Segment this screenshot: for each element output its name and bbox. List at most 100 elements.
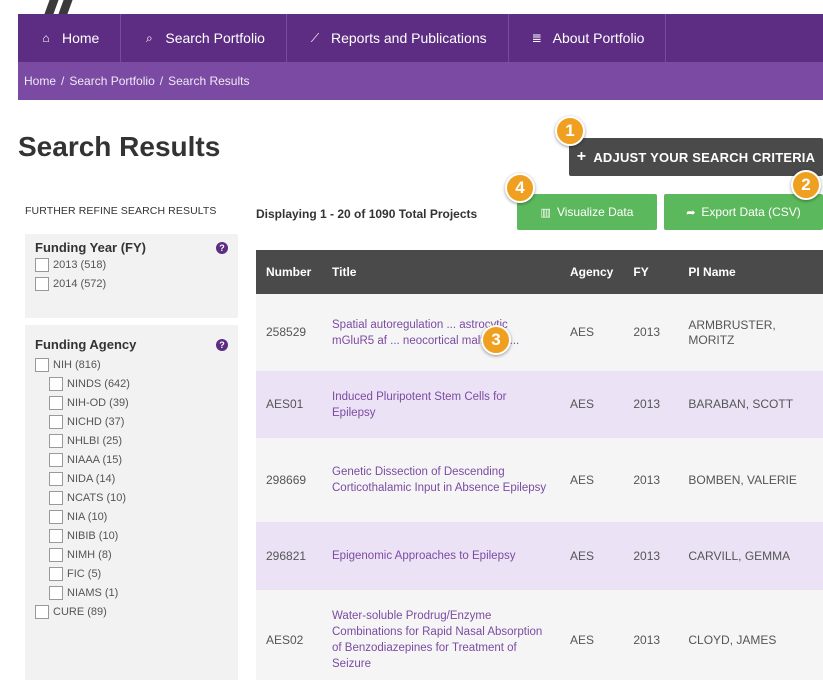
cell-fy: 2013 [623, 371, 679, 438]
results-table: Number Title Agency FY PI Name 258529 Sp… [256, 250, 823, 680]
facet-option[interactable]: NIA (10) [49, 507, 228, 526]
breadcrumb-home[interactable]: Home [24, 74, 56, 88]
cell-number: 296821 [256, 522, 322, 590]
cell-agency: AES [560, 371, 624, 438]
checkbox[interactable] [35, 257, 49, 272]
cell-number: 298669 [256, 438, 322, 522]
callout-badge-3: 3 [481, 325, 511, 355]
column-header-title[interactable]: Title [322, 250, 560, 294]
column-header-pi-name[interactable]: PI Name [678, 250, 823, 294]
logo-strip [0, 0, 823, 14]
facet-option[interactable]: NIMH (8) [49, 545, 228, 564]
column-header-agency[interactable]: Agency [560, 250, 624, 294]
plus-icon: + [576, 148, 587, 165]
facet-option[interactable]: NHLBI (25) [49, 431, 228, 450]
facet-option[interactable]: NIBIB (10) [49, 526, 228, 545]
facet-title-label: Funding Year (FY) [35, 240, 146, 255]
checkbox[interactable] [49, 452, 63, 467]
cell-agency: AES [560, 590, 624, 680]
column-header-number[interactable]: Number [256, 250, 322, 294]
callout-badge-1: 1 [555, 116, 585, 146]
table-row[interactable]: 298669 Genetic Dissection of Descending … [256, 438, 823, 522]
project-title-link[interactable]: Genetic Dissection of Descending Cortico… [332, 466, 546, 494]
project-title-link[interactable]: Epigenomic Approaches to Epilepsy [332, 550, 515, 562]
facet-option[interactable]: NIAAA (15) [49, 450, 228, 469]
cell-fy: 2013 [623, 438, 679, 522]
checkbox[interactable] [49, 528, 63, 543]
checkbox[interactable] [49, 433, 63, 448]
logo-mark [44, 0, 59, 14]
checkbox[interactable] [35, 604, 49, 619]
help-icon[interactable]: ? [216, 241, 228, 254]
checkbox[interactable] [49, 490, 63, 505]
cell-agency: AES [560, 294, 624, 371]
breadcrumb-separator: / [61, 74, 65, 88]
facet-funding-year: Funding Year (FY) ? 2013 (518) 2014 (572… [25, 234, 238, 318]
nav-reports[interactable]: ⟋ Reports and Publications [287, 14, 509, 62]
facet-option[interactable]: NINDS (642) [49, 374, 228, 393]
table-row[interactable]: AES02 Water-soluble Prodrug/Enzyme Combi… [256, 590, 823, 680]
display-count: Displaying 1 - 20 of 1090 Total Projects [256, 207, 478, 221]
project-title-link[interactable]: Induced Pluripotent Stem Cells for Epile… [332, 391, 507, 419]
adjust-search-criteria-button[interactable]: + ADJUST YOUR SEARCH CRITERIA [569, 138, 823, 176]
cell-number: AES01 [256, 371, 322, 438]
checkbox[interactable] [49, 547, 63, 562]
checkbox[interactable] [49, 395, 63, 410]
callout-badge-4: 4 [505, 173, 535, 203]
cell-agency: AES [560, 522, 624, 590]
cell-fy: 2013 [623, 590, 679, 680]
nav-label: Reports and Publications [330, 30, 487, 46]
option-label: NIAMS (1) [67, 586, 119, 599]
option-label: NIAAA (15) [67, 453, 123, 466]
checkbox[interactable] [35, 357, 49, 372]
facet-option[interactable]: NIH-OD (39) [49, 393, 228, 412]
option-label: NIBIB (10) [67, 529, 119, 542]
breadcrumb-separator: / [159, 74, 164, 88]
facet-option[interactable]: FIC (5) [49, 564, 228, 583]
checkbox[interactable] [49, 414, 63, 429]
option-label: NCATS (10) [67, 491, 127, 504]
nav-search-portfolio[interactable]: ⌕ Search Portfolio [121, 14, 287, 62]
option-label: FIC (5) [67, 567, 102, 580]
visualize-data-button[interactable]: ▥ Visualize Data [517, 194, 657, 230]
adjust-button-label: ADJUST YOUR SEARCH CRITERIA [593, 149, 816, 165]
facet-option[interactable]: NIDA (14) [49, 469, 228, 488]
cell-pi-name: BARABAN, SCOTT [678, 371, 823, 438]
checkbox[interactable] [49, 509, 63, 524]
checkbox[interactable] [35, 276, 49, 291]
cell-title: Induced Pluripotent Stem Cells for Epile… [322, 371, 560, 438]
breadcrumb-search-portfolio[interactable]: Search Portfolio [69, 74, 154, 88]
facet-option[interactable]: CURE (89) [35, 602, 228, 621]
column-header-fy[interactable]: FY [623, 250, 679, 294]
table-row[interactable]: 296821 Epigenomic Approaches to Epilepsy… [256, 522, 823, 590]
export-data-button[interactable]: ➦ Export Data (CSV) [664, 194, 823, 230]
option-label: NIA (10) [67, 510, 108, 523]
checkbox[interactable] [49, 585, 63, 600]
cell-fy: 2013 [623, 522, 679, 590]
facet-option[interactable]: NIAMS (1) [49, 583, 228, 602]
nav-label: About Portfolio [552, 30, 645, 46]
checkbox[interactable] [49, 566, 63, 581]
table-row[interactable]: 258529 Spatial autoregulation ... astroc… [256, 294, 823, 371]
table-row[interactable]: AES01 Induced Pluripotent Stem Cells for… [256, 371, 823, 438]
cell-agency: AES [560, 438, 624, 522]
export-icon: ➦ [686, 206, 696, 219]
facet-option[interactable]: NCATS (10) [49, 488, 228, 507]
breadcrumb: Home / Search Portfolio / Search Results [18, 62, 823, 100]
facet-option[interactable]: NICHD (37) [49, 412, 228, 431]
checkbox[interactable] [49, 376, 63, 391]
cell-title: Epigenomic Approaches to Epilepsy [322, 522, 560, 590]
search-icon: ⌕ [145, 30, 153, 45]
nav-home[interactable]: ⌂ Home [18, 14, 122, 62]
facet-option[interactable]: 2014 (572) [35, 274, 228, 293]
help-icon[interactable]: ? [216, 338, 228, 351]
project-title-link[interactable]: Water-soluble Prodrug/Enzyme Combination… [332, 610, 542, 670]
cell-pi-name: ARMBRUSTER, MORITZ [678, 294, 823, 371]
option-label: NICHD (37) [67, 415, 125, 428]
visualize-label: Visualize Data [556, 205, 634, 219]
cell-title: Spatial autoregulation ... astrocytic mG… [322, 294, 560, 371]
checkbox[interactable] [49, 471, 63, 486]
nav-about[interactable]: ≣ About Portfolio [509, 14, 667, 62]
facet-option[interactable]: 2013 (518) [35, 255, 228, 274]
facet-option[interactable]: NIH (816) [35, 355, 228, 374]
